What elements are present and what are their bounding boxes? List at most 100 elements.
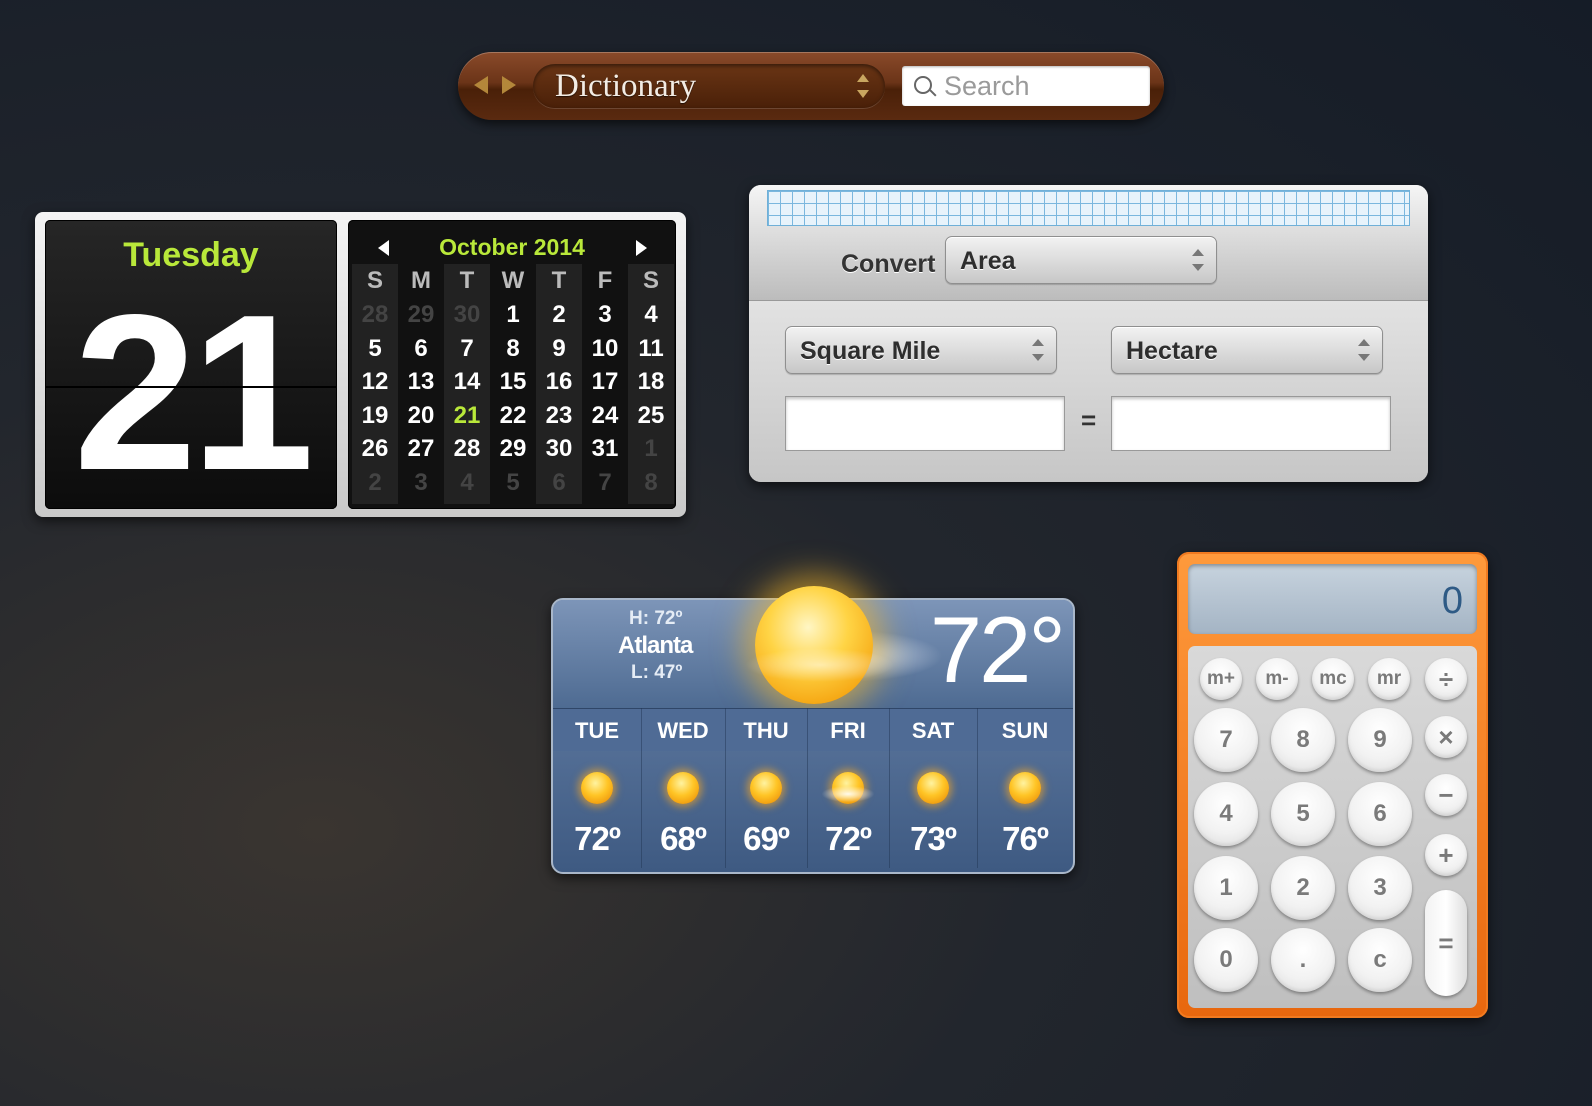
zero-button[interactable]: 0 — [1194, 928, 1258, 992]
forecast-day-label: THU — [743, 718, 789, 743]
calendar-day: 9 — [552, 334, 566, 362]
updown-arrows-icon — [1032, 339, 1044, 361]
dictionary-source-label: Dictionary — [555, 68, 697, 104]
forecast-day: FRI 72º — [807, 708, 890, 868]
calculator-widget: 0 m+ m- mc mr ÷ × − + = 789 456 123 0.c — [1177, 552, 1488, 1018]
forecast-temp: 73º — [910, 820, 957, 857]
three-button[interactable]: 3 — [1348, 856, 1412, 920]
calendar-day: 6 — [552, 468, 566, 496]
memory-subtract-button[interactable]: m- — [1256, 658, 1298, 700]
forecast-day-label: SUN — [1001, 718, 1049, 743]
updown-arrows-icon — [1358, 339, 1370, 361]
search-input[interactable] — [944, 70, 1140, 102]
dictionary-search-box[interactable] — [902, 66, 1150, 106]
category-select[interactable]: Area — [945, 236, 1217, 284]
to-value-input[interactable] — [1111, 396, 1391, 451]
sunny-icon — [667, 772, 699, 804]
calendar-column: T 30 7 14 21 28 4 — [444, 264, 490, 504]
day-header: S — [642, 267, 659, 294]
calendar-day: 30 — [545, 435, 573, 462]
city-name: Atlanta — [618, 632, 693, 659]
calendar-day: 15 — [499, 368, 527, 395]
forecast-day-label: FRI — [830, 718, 866, 743]
day-header: W — [501, 267, 525, 294]
eight-button[interactable]: 8 — [1271, 708, 1335, 772]
nine-button[interactable]: 9 — [1348, 708, 1412, 772]
weather-widget: H: 72º Atlanta L: 47º 72° TUE 72º WED 68º TH… — [551, 586, 1075, 874]
forecast-temp: 68º — [660, 820, 707, 857]
updown-arrows-icon — [1192, 249, 1204, 271]
dictionary-source-select[interactable]: Dictionary — [533, 64, 885, 108]
sun-cloud-icon — [745, 648, 895, 682]
calendar-day: 28 — [361, 301, 389, 328]
calendar-day: 25 — [637, 401, 665, 429]
calendar-day: 3 — [598, 301, 612, 328]
category-value: Area — [960, 247, 1016, 275]
multiply-button[interactable]: × — [1425, 716, 1467, 758]
calendar-column: F 3 10 17 24 31 7 — [582, 264, 628, 504]
unit-converter-widget: Convert Area Square Mile Hectare = — [749, 185, 1428, 482]
from-value-input[interactable] — [785, 396, 1065, 451]
month-title: October 2014 — [439, 234, 585, 260]
from-unit-value: Square Mile — [800, 337, 941, 365]
calendar-day: 28 — [453, 435, 481, 462]
from-unit-select[interactable]: Square Mile — [785, 326, 1057, 374]
day-header: S — [366, 267, 383, 294]
forecast-day-label: TUE — [575, 718, 619, 743]
display-value: 0 — [1441, 580, 1463, 622]
calendar-day: 5 — [506, 468, 520, 496]
memory-clear-button[interactable]: mc — [1312, 658, 1354, 700]
equals-button[interactable]: = — [1425, 890, 1467, 996]
convert-label: Convert — [841, 250, 936, 278]
sunny-icon — [581, 772, 613, 804]
partly-cloudy-icon — [822, 772, 874, 804]
current-temp: 72° — [929, 597, 1066, 702]
six-button[interactable]: 6 — [1348, 782, 1412, 846]
calendar-day: 14 — [453, 368, 481, 395]
forecast-day-label: SAT — [911, 718, 955, 743]
calculator-display: 0 — [1188, 564, 1477, 634]
next-month-icon[interactable] — [636, 240, 647, 256]
search-icon — [914, 76, 932, 94]
seven-button[interactable]: 7 — [1194, 708, 1258, 772]
calendar-day: 31 — [591, 435, 619, 462]
forward-arrow-icon[interactable] — [502, 76, 516, 94]
two-button[interactable]: 2 — [1271, 856, 1335, 920]
equals-sign: = — [1081, 405, 1097, 435]
calendar-column: S 28 5 12 19 26 2 — [352, 264, 398, 504]
forecast-day: SUN 76º — [977, 708, 1073, 868]
to-unit-select[interactable]: Hectare — [1111, 326, 1383, 374]
sunny-icon — [750, 772, 782, 804]
memory-recall-button[interactable]: mr — [1368, 658, 1410, 700]
forecast-day: WED 68º — [641, 708, 726, 868]
calendar-day: 22 — [499, 401, 527, 429]
calendar-day: 29 — [407, 301, 435, 328]
memory-add-button[interactable]: m+ — [1200, 658, 1242, 700]
calendar-day: 30 — [453, 301, 481, 328]
calendar-day: 16 — [545, 368, 573, 395]
calendar-day: 2 — [552, 301, 566, 328]
divide-button[interactable]: ÷ — [1425, 658, 1467, 700]
forecast-day-label: WED — [657, 718, 709, 743]
day-panel: Tuesday 21 — [45, 220, 337, 509]
calendar-day: 1 — [506, 301, 520, 328]
calendar-day: 13 — [407, 368, 435, 395]
calendar-day: 12 — [361, 368, 389, 395]
calendar-column: W 1 8 15 22 29 5 — [490, 264, 536, 504]
five-button[interactable]: 5 — [1271, 782, 1335, 846]
flip-divider — [45, 386, 337, 388]
calendar-day: 5 — [368, 334, 382, 362]
clear-button[interactable]: c — [1348, 928, 1412, 992]
forecast-temp: 72º — [574, 820, 621, 857]
decimal-button[interactable]: . — [1271, 928, 1335, 992]
four-button[interactable]: 4 — [1194, 782, 1258, 846]
one-button[interactable]: 1 — [1194, 856, 1258, 920]
calculator-keypad: m+ m- mc mr ÷ × − + = 789 456 123 0.c — [1188, 646, 1477, 1008]
back-arrow-icon[interactable] — [474, 76, 488, 94]
to-unit-value: Hectare — [1126, 337, 1218, 365]
calendar-day: 21 — [453, 401, 481, 429]
day-header: T — [551, 267, 567, 294]
plus-button[interactable]: + — [1425, 834, 1467, 876]
calendar-day: 4 — [644, 301, 658, 328]
minus-button[interactable]: − — [1425, 774, 1467, 816]
